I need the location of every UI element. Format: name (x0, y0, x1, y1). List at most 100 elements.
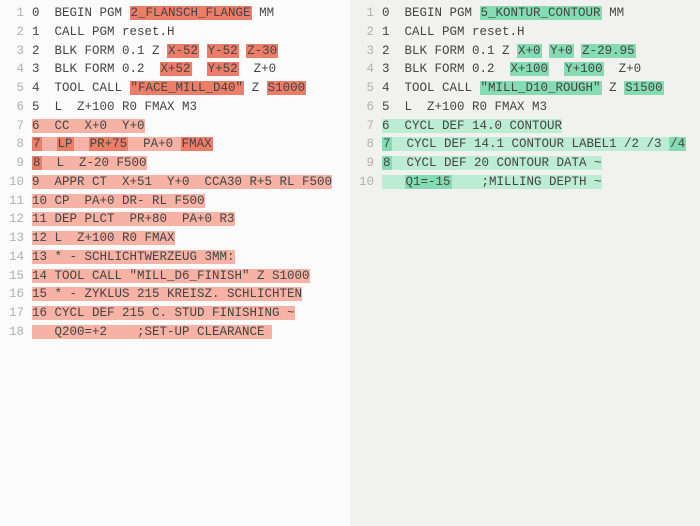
diff-line: 16 CYCL DEF 215 C. STUD FINISHING ~ (32, 306, 295, 320)
code-row: 32 BLK FORM 0.1 Z X-52 Y-52 Z-30 (8, 42, 342, 61)
line-number: 4 (8, 60, 32, 79)
code-line: 0 BEGIN PGM 5_KONTUR_CONTOUR MM (382, 4, 692, 23)
code-row: 10 BEGIN PGM 5_KONTUR_CONTOUR MM (358, 4, 692, 23)
line-number: 7 (8, 117, 32, 136)
line-number: 10 (358, 173, 382, 192)
code-line: 6 CYCL DEF 14.0 CONTOUR (382, 117, 692, 136)
code-line: 1 CALL PGM reset.H (382, 23, 692, 42)
code-row: 65 L Z+100 R0 FMAX M3 (8, 98, 342, 117)
code-text: 4 TOOL CALL (32, 81, 130, 95)
code-row: 43 BLK FORM 0.2 X+52 Y+52 Z+0 (8, 60, 342, 79)
code-row: 10 BEGIN PGM 2_FLANSCH_FLANGE MM (8, 4, 342, 23)
code-line: 9 APPR CT X+51 Y+0 CCA30 R+5 RL F500 (32, 173, 342, 192)
diff-line: 15 * - ZYKLUS 215 KREISZ. SCHLICHTEN (32, 287, 302, 301)
code-text: MM (252, 6, 275, 20)
diff-word: "MILL_D10_ROUGH" (480, 81, 602, 95)
code-line: 8 CYCL DEF 20 CONTOUR DATA ~ (382, 154, 692, 173)
code-line: 1 CALL PGM reset.H (32, 23, 342, 42)
code-row: 54 TOOL CALL "FACE_MILL_D40" Z S1000 (8, 79, 342, 98)
code-row: 43 BLK FORM 0.2 X+100 Y+100 Z+0 (358, 60, 692, 79)
diff-word: 5_KONTUR_CONTOUR (480, 6, 602, 20)
diff-line: 12 L Z+100 R0 FMAX (32, 231, 175, 245)
diff-word: Q1=-15 (405, 175, 452, 189)
diff-line: L Z-20 F500 (42, 156, 147, 170)
code-row: 1514 TOOL CALL "MILL_D6_FINISH" Z S1000 (8, 267, 342, 286)
code-text: 0 BEGIN PGM (32, 6, 130, 20)
code-line: 15 * - ZYKLUS 215 KREISZ. SCHLICHTEN (32, 285, 342, 304)
diff-word: 8 (382, 156, 392, 170)
code-text: 2 BLK FORM 0.1 Z (382, 44, 517, 58)
line-number: 10 (8, 173, 32, 192)
line-number: 5 (8, 79, 32, 98)
line-number: 3 (8, 42, 32, 61)
code-row: 1413 * - SCHLICHTWERZEUG 3MM: (8, 248, 342, 267)
diff-line: 10 CP PA+0 DR- RL F500 (32, 194, 205, 208)
line-number: 17 (8, 304, 32, 323)
code-line: 2 BLK FORM 0.1 Z X+0 Y+0 Z-29.95 (382, 42, 692, 61)
diff-word: X+0 (517, 44, 542, 58)
line-number: 3 (358, 42, 382, 61)
line-number: 18 (8, 323, 32, 342)
diff-pane-left: 10 BEGIN PGM 2_FLANSCH_FLANGE MM21 CALL … (0, 0, 350, 526)
diff-pane-right: 10 BEGIN PGM 5_KONTUR_CONTOUR MM21 CALL … (350, 0, 700, 526)
code-text: Z+0 (239, 62, 277, 76)
code-text: 1 CALL PGM reset.H (32, 25, 175, 39)
code-text: 3 BLK FORM 0.2 (382, 62, 510, 76)
line-number: 6 (358, 98, 382, 117)
code-text (199, 44, 207, 58)
code-line: 4 TOOL CALL "FACE_MILL_D40" Z S1000 (32, 79, 342, 98)
code-line: 3 BLK FORM 0.2 X+100 Y+100 Z+0 (382, 60, 692, 79)
code-row: 98 CYCL DEF 20 CONTOUR DATA ~ (358, 154, 692, 173)
line-number: 1 (358, 4, 382, 23)
diff-line: PA+0 (128, 137, 181, 151)
code-line: 5 L Z+100 R0 FMAX M3 (32, 98, 342, 117)
code-text (549, 62, 564, 76)
code-line: 12 L Z+100 R0 FMAX (32, 229, 342, 248)
code-line: 4 TOOL CALL "MILL_D10_ROUGH" Z S1500 (382, 79, 692, 98)
diff-word: PR+75 (89, 137, 129, 151)
code-row: 18 Q200=+2 ;SET-UP CLEARANCE (8, 323, 342, 342)
diff-word: FMAX (181, 137, 213, 151)
code-row: 1110 CP PA+0 DR- RL F500 (8, 192, 342, 211)
code-line: 6 CC X+0 Y+0 (32, 117, 342, 136)
line-number: 16 (8, 285, 32, 304)
code-text: 3 BLK FORM 0.2 (32, 62, 160, 76)
code-text: Z+0 (604, 62, 642, 76)
diff-line: 9 APPR CT X+51 Y+0 CCA30 R+5 RL F500 (32, 175, 332, 189)
line-number: 2 (358, 23, 382, 42)
diff-word: S1500 (624, 81, 664, 95)
diff-word: Z-30 (246, 44, 278, 58)
code-text: Z (244, 81, 267, 95)
code-row: 98 L Z-20 F500 (8, 154, 342, 173)
code-row: 109 APPR CT X+51 Y+0 CCA30 R+5 RL F500 (8, 173, 342, 192)
diff-line: CYCL DEF 14.1 CONTOUR LABEL1 /2 /3 (392, 137, 670, 151)
line-number: 7 (358, 117, 382, 136)
code-line: 13 * - SCHLICHTWERZEUG 3MM: (32, 248, 342, 267)
code-text: 2 BLK FORM 0.1 Z (32, 44, 167, 58)
diff-word: LP (57, 137, 74, 151)
code-row: 21 CALL PGM reset.H (358, 23, 692, 42)
diff-word: Z-29.95 (581, 44, 636, 58)
diff-word: Y-52 (207, 44, 239, 58)
code-line: 11 DEP PLCT PR+80 PA+0 R3 (32, 210, 342, 229)
code-row: 87 LP PR+75 PA+0 FMAX (8, 135, 342, 154)
code-row: 1716 CYCL DEF 215 C. STUD FINISHING ~ (8, 304, 342, 323)
line-number: 11 (8, 192, 32, 211)
diff-word: X-52 (167, 44, 199, 58)
line-number: 1 (8, 4, 32, 23)
code-row: 65 L Z+100 R0 FMAX M3 (358, 98, 692, 117)
code-line: 5 L Z+100 R0 FMAX M3 (382, 98, 692, 117)
diff-word: X+52 (160, 62, 192, 76)
diff-word: 7 (32, 137, 42, 151)
code-text: 0 BEGIN PGM (382, 6, 480, 20)
diff-word: 2_FLANSCH_FLANGE (130, 6, 252, 20)
line-number: 5 (358, 79, 382, 98)
diff-line: 6 CYCL DEF 14.0 CONTOUR (382, 119, 562, 133)
code-line: 8 L Z-20 F500 (32, 154, 342, 173)
code-line: 7 LP PR+75 PA+0 FMAX (32, 135, 342, 154)
diff-word: Y+0 (549, 44, 574, 58)
code-row: 1211 DEP PLCT PR+80 PA+0 R3 (8, 210, 342, 229)
diff-line (74, 137, 89, 151)
code-text (192, 62, 207, 76)
line-number: 9 (8, 154, 32, 173)
